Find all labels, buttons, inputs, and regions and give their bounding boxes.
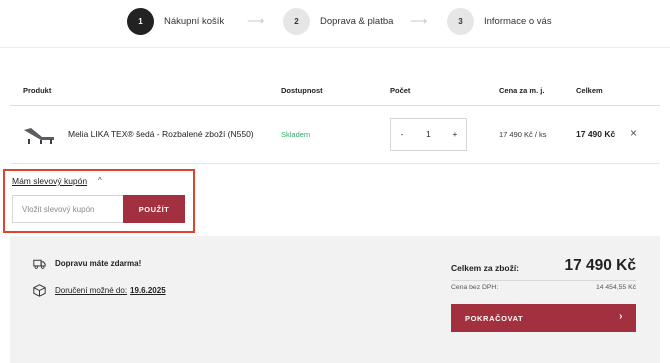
product-name[interactable]: Melia LIKA TEX® šedá - Rozbalené zboží (… — [68, 129, 254, 139]
header-total: Celkem — [576, 86, 603, 95]
step-number: 2 — [283, 8, 310, 35]
step-label: Nákupní košík — [164, 16, 225, 27]
step-number: 3 — [447, 8, 474, 35]
cart-table-header: Produkt Dostupnost Počet Cena za m. j. C… — [10, 82, 660, 106]
coupon-toggle[interactable]: Mám slevový kupón — [12, 176, 87, 186]
step-number: 1 — [127, 8, 154, 35]
continue-button[interactable]: POKRAČOVAT › — [451, 304, 636, 332]
item-total: 17 490 Kč — [576, 129, 616, 139]
unit-price: 17 490 Kč / ks — [499, 130, 547, 139]
step-info[interactable]: 3 Informace o vás — [447, 8, 552, 35]
truck-icon — [33, 259, 46, 269]
delivery-date: 19.6.2025 — [130, 286, 166, 295]
step-cart[interactable]: 1 Nákupní košík — [127, 8, 224, 35]
step-label: Doprava & platba — [320, 16, 394, 27]
arrow-right-icon: ⟶ — [247, 14, 265, 28]
chevron-right-icon: › — [619, 311, 623, 322]
apply-coupon-button[interactable]: POUŽÍT — [123, 195, 185, 223]
order-summary: Dopravu máte zdarma! Doručení možné do: … — [10, 236, 660, 363]
step-shipping[interactable]: 2 Doprava & platba — [283, 8, 393, 35]
header-unit-price: Cena za m. j. — [499, 86, 545, 95]
header-product: Produkt — [23, 86, 52, 95]
availability-status: Skladem — [281, 130, 311, 139]
free-shipping-note: Dopravu máte zdarma! — [33, 257, 141, 270]
price-without-vat-label: Cena bez DPH: — [451, 284, 499, 291]
product-image[interactable] — [22, 125, 56, 145]
delivery-label: Doručení možné do: — [55, 286, 128, 295]
quantity-value[interactable]: 1 — [426, 130, 430, 139]
remove-item-icon[interactable]: × — [630, 126, 637, 140]
arrow-right-icon: ⟶ — [410, 14, 428, 28]
continue-label: POKRAČOVAT — [465, 313, 524, 323]
header-count: Počet — [390, 86, 411, 95]
chevron-up-icon[interactable]: ^ — [98, 176, 102, 185]
quantity-stepper: - 1 + — [390, 118, 467, 151]
step-label: Informace o vás — [484, 16, 552, 27]
free-shipping-text: Dopravu máte zdarma! — [55, 259, 142, 268]
increase-quantity-button[interactable]: + — [450, 130, 460, 139]
package-icon — [33, 284, 46, 297]
checkout-steps: 1 Nákupní košík ⟶ 2 Doprava & platba ⟶ 3… — [0, 0, 670, 48]
header-availability: Dostupnost — [281, 86, 323, 95]
coupon-input[interactable] — [12, 195, 123, 223]
total-label: Celkem za zboží: — [451, 263, 520, 273]
cart-item-row: Melia LIKA TEX® šedá - Rozbalené zboží (… — [10, 106, 660, 164]
delivery-note: Doručení možné do: 19.6.2025 — [33, 284, 166, 297]
total-value: 17 490 Kč — [564, 257, 636, 274]
divider — [451, 280, 636, 281]
price-without-vat-value: 14 454,55 Kč — [595, 284, 636, 291]
decrease-quantity-button[interactable]: - — [397, 130, 407, 139]
